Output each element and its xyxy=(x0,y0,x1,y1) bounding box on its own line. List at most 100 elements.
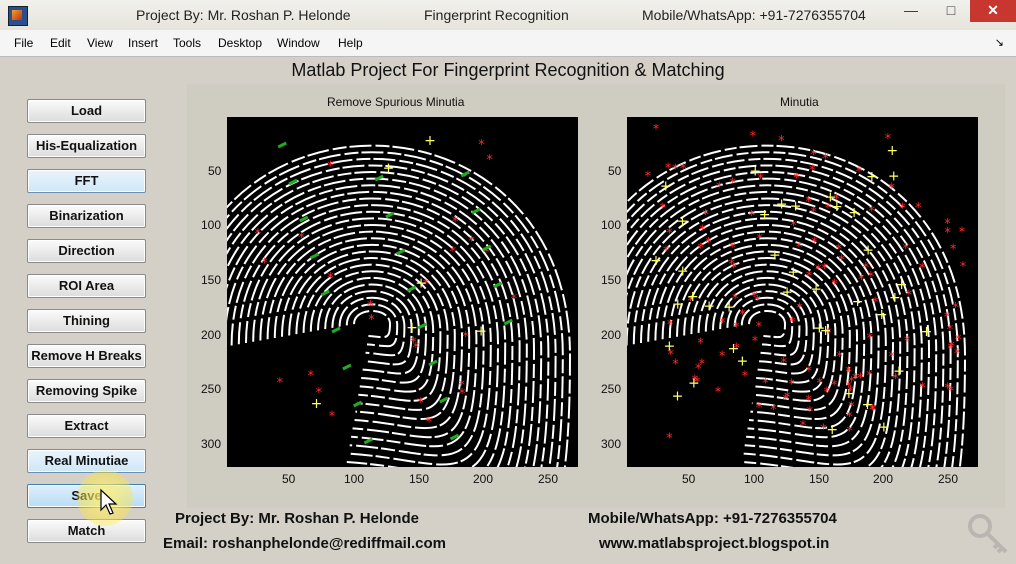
ridge-line xyxy=(640,210,895,467)
termination-marker: * xyxy=(822,152,829,167)
termination-marker: * xyxy=(902,242,909,257)
termination-marker: * xyxy=(866,369,873,384)
spurious-segment xyxy=(471,207,481,215)
fft-button[interactable]: FFT xyxy=(27,169,146,193)
termination-marker: * xyxy=(329,410,336,425)
bifurcation-marker: + xyxy=(825,189,837,205)
termination-marker: * xyxy=(468,234,475,249)
termination-marker: * xyxy=(947,323,954,338)
spurious-segment xyxy=(385,211,395,219)
bifurcation-marker: + xyxy=(424,133,436,149)
termination-marker: * xyxy=(697,337,704,352)
termination-marker: * xyxy=(752,335,759,350)
extract-button[interactable]: Extract xyxy=(27,414,146,438)
x-tick: 100 xyxy=(744,472,765,486)
direction-button[interactable]: Direction xyxy=(27,239,146,263)
termination-marker: * xyxy=(805,394,812,409)
termination-marker: * xyxy=(846,410,853,425)
bifurcation-marker: + xyxy=(728,341,740,357)
termination-marker: * xyxy=(367,299,374,314)
termination-marker: * xyxy=(486,153,493,168)
menu-view[interactable]: View xyxy=(87,36,113,50)
termination-marker: * xyxy=(959,226,966,241)
termination-marker: * xyxy=(452,215,459,230)
x-tick: 50 xyxy=(682,472,696,486)
menu-tools[interactable]: Tools xyxy=(173,36,201,50)
window-titlebar: Project By: Mr. Roshan P. Helonde Finger… xyxy=(0,0,1016,30)
thining-button[interactable]: Thining xyxy=(27,309,146,333)
bifurcation-marker: + xyxy=(866,169,878,185)
bifurcation-marker: + xyxy=(406,320,418,336)
termination-marker: * xyxy=(665,161,672,176)
his-equalization-button[interactable]: His-Equalization xyxy=(27,134,146,158)
termination-marker: * xyxy=(298,231,305,246)
termination-marker: * xyxy=(426,415,433,430)
bifurcation-marker: + xyxy=(843,386,855,402)
menu-desktop[interactable]: Desktop xyxy=(218,36,262,50)
bifurcation-marker: + xyxy=(703,298,715,314)
menu-insert[interactable]: Insert xyxy=(128,36,158,50)
bifurcation-marker: + xyxy=(749,163,761,179)
termination-marker: * xyxy=(867,332,874,347)
termination-marker: * xyxy=(680,162,687,177)
spurious-minutia-image[interactable]: * * * * * * * * * * * * * * * * * * * * * * * * * * + + + + + + xyxy=(227,117,578,467)
termination-marker: * xyxy=(751,290,758,305)
termination-marker: * xyxy=(800,419,807,434)
remove-h-breaks-button[interactable]: Remove H Breaks xyxy=(27,344,146,368)
maximize-button[interactable]: □ xyxy=(936,0,966,22)
termination-marker: * xyxy=(868,270,875,285)
termination-marker: * xyxy=(478,138,485,153)
bifurcation-marker: + xyxy=(787,264,799,280)
spurious-segment xyxy=(342,363,352,371)
termination-marker: * xyxy=(806,365,813,380)
bifurcation-marker: + xyxy=(876,307,888,323)
removing-spike-button[interactable]: Removing Spike xyxy=(27,379,146,403)
bifurcation-marker: + xyxy=(852,294,864,310)
bifurcation-marker: + xyxy=(415,275,427,291)
spurious-segment xyxy=(439,396,449,404)
termination-marker: * xyxy=(810,148,817,163)
minimize-button[interactable]: — xyxy=(896,0,926,22)
bifurcation-marker: + xyxy=(893,364,905,380)
footer-mobile: Mobile/WhatsApp: +91-7276355704 xyxy=(588,510,837,527)
bifurcation-marker: + xyxy=(790,199,802,215)
menu-edit[interactable]: Edit xyxy=(50,36,71,50)
close-button[interactable]: ✕ xyxy=(970,0,1016,22)
termination-marker: * xyxy=(716,181,723,196)
bifurcation-marker: + xyxy=(769,247,781,263)
termination-marker: * xyxy=(368,313,375,328)
termination-marker: * xyxy=(698,242,705,257)
load-button[interactable]: Load xyxy=(27,99,146,123)
termination-marker: * xyxy=(810,205,817,220)
termination-marker: * xyxy=(459,387,466,402)
termination-marker: * xyxy=(950,242,957,257)
termination-marker: * xyxy=(948,341,955,356)
y-tick: 150 xyxy=(201,273,222,287)
binarization-button[interactable]: Binarization xyxy=(27,204,146,228)
roi-area-button[interactable]: ROI Area xyxy=(27,274,146,298)
dock-arrow-icon[interactable]: ↘ xyxy=(995,36,1004,49)
bifurcation-marker: + xyxy=(889,290,901,306)
termination-marker: * xyxy=(778,134,785,149)
termination-marker: * xyxy=(702,208,709,223)
termination-marker: * xyxy=(756,232,763,247)
y-tick: 100 xyxy=(601,218,622,232)
menu-window[interactable]: Window xyxy=(277,36,320,50)
termination-marker: * xyxy=(762,376,769,391)
termination-marker: * xyxy=(261,256,268,271)
bifurcation-marker: + xyxy=(650,253,662,269)
termination-marker: * xyxy=(919,262,926,277)
termination-marker: * xyxy=(417,396,424,411)
spurious-segment xyxy=(406,285,417,293)
x-tick: 100 xyxy=(344,472,365,486)
bifurcation-marker: + xyxy=(826,422,838,438)
bifurcation-marker: + xyxy=(886,143,898,159)
menu-file[interactable]: File xyxy=(14,36,33,50)
menu-help[interactable]: Help xyxy=(338,36,363,50)
minutia-image[interactable]: * * * * * * * * * * * * * * * * * * * * * * * * * * * * * * * * * * * * * * * *… xyxy=(627,117,978,467)
bifurcation-marker: + xyxy=(878,419,890,435)
termination-marker: * xyxy=(666,227,673,242)
termination-marker: * xyxy=(831,378,838,393)
ridge-line xyxy=(245,210,500,467)
termination-marker: * xyxy=(308,369,315,384)
